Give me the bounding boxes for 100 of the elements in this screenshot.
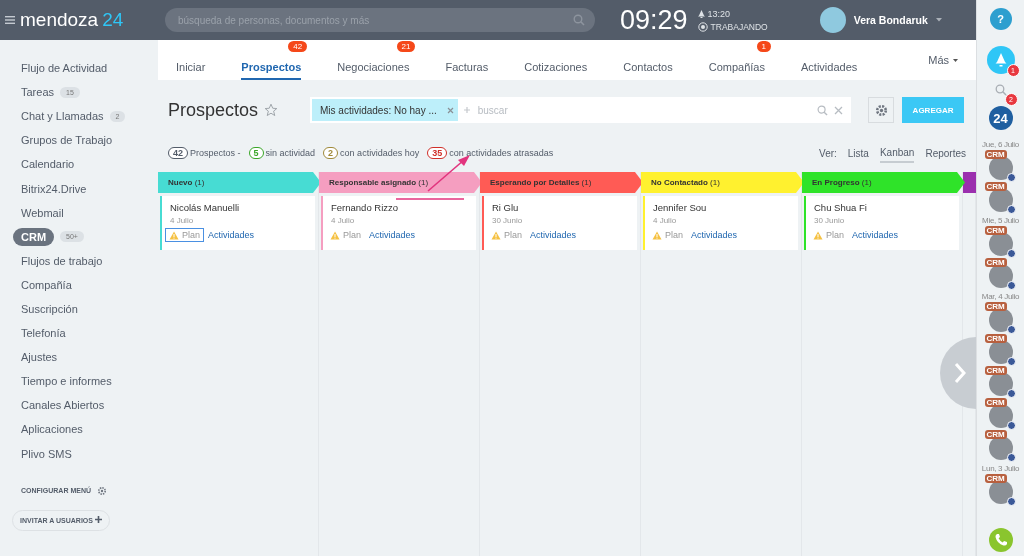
column-header[interactable]: En Progreso (1) <box>802 172 965 193</box>
lead-name[interactable]: Chu Shua Fi <box>814 202 951 213</box>
contact-avatar[interactable] <box>988 372 1013 396</box>
facebook-icon <box>1006 453 1016 462</box>
view-option[interactable]: Lista <box>847 144 869 162</box>
lead-name[interactable]: Fernando Rizzo <box>331 202 468 213</box>
logo-number[interactable]: 24 <box>102 9 124 31</box>
count-badge[interactable]: 42 <box>168 147 188 159</box>
tab[interactable]: Contactos <box>623 54 673 80</box>
lead-name[interactable]: Ri Glu <box>492 202 629 213</box>
gear-icon[interactable] <box>97 485 107 496</box>
sidebar-item[interactable]: Canales Abiertos <box>21 399 105 412</box>
contact-avatar[interactable] <box>988 436 1013 460</box>
counter-badge: 21 <box>396 41 416 52</box>
facebook-icon <box>1006 325 1016 334</box>
stat-label[interactable]: con actividades hoy <box>340 148 420 158</box>
view-option[interactable]: Reportes <box>925 144 966 162</box>
sidebar-item[interactable]: Calendario <box>21 158 75 171</box>
stat-label[interactable]: sin actividad <box>265 148 316 158</box>
stat-label[interactable]: con actividades atrasadas <box>449 148 554 158</box>
view-label: Ver: <box>819 146 837 161</box>
counter-badge: 42 <box>288 41 308 52</box>
tab[interactable]: Iniciar <box>176 54 206 80</box>
search-input[interactable]: buscar <box>475 103 812 117</box>
caret-icon[interactable] <box>953 58 958 62</box>
sidebar-item[interactable]: Grupos de Trabajo <box>21 134 113 147</box>
sidebar-item[interactable]: Flujo de Actividad <box>21 62 108 75</box>
warning-icon <box>813 230 823 240</box>
chevron-right-icon <box>954 362 966 384</box>
lead-card[interactable]: Chu Shua Fi 30 Junio Plan Actividades <box>804 196 959 250</box>
sidebar-item[interactable]: Chat y Llamadas <box>21 110 104 123</box>
plus-icon <box>463 107 470 113</box>
count-badge[interactable]: 2 <box>323 147 339 159</box>
activities-link[interactable]: Actividades <box>852 230 899 240</box>
lead-name[interactable]: Nicolás Manuelli <box>170 202 307 213</box>
facebook-icon <box>1006 173 1016 182</box>
clock-time: 09:29 <box>620 4 688 36</box>
lead-card[interactable]: Nicolás Manuelli 4 Julio Plan Actividades <box>160 196 315 250</box>
lead-date: 4 Julio <box>170 216 195 225</box>
more-menu[interactable]: Más <box>928 54 949 66</box>
tab[interactable]: Compañías <box>708 54 765 80</box>
close-icon[interactable] <box>446 106 454 114</box>
activities-link[interactable]: Actividades <box>208 230 255 240</box>
alarm-time: 13:20 <box>707 8 731 19</box>
settings-button[interactable] <box>868 97 895 123</box>
tab[interactable]: Facturas <box>445 54 489 80</box>
tab[interactable]: Negociaciones <box>337 54 410 80</box>
work-status[interactable]: TRABAJANDO <box>710 21 768 32</box>
contact-avatar[interactable] <box>988 264 1013 288</box>
lead-date: 4 Julio <box>331 216 356 225</box>
activities-link[interactable]: Actividades <box>691 230 738 240</box>
contact-avatar[interactable] <box>988 480 1013 504</box>
contact-avatar[interactable] <box>988 156 1013 180</box>
notifications-bell-icon[interactable] <box>986 46 1015 74</box>
lead-card[interactable]: Jennifer Sou 4 Julio Plan Actividades <box>643 196 798 250</box>
lead-card[interactable]: Ri Glu 30 Junio Plan Actividades <box>482 196 637 250</box>
menu-icon[interactable] <box>5 16 15 24</box>
stat-label[interactable]: Prospectos - <box>190 148 241 158</box>
sidebar-item[interactable]: CRM <box>13 227 55 246</box>
chat-logo[interactable]: 24 <box>988 106 1013 130</box>
sidebar-item[interactable]: Webmail <box>21 206 64 219</box>
contact-avatar[interactable] <box>988 404 1013 428</box>
sidebar-item[interactable]: Suscripción <box>21 303 78 315</box>
contact-avatar[interactable] <box>988 340 1013 364</box>
avatar-photo[interactable] <box>819 7 846 33</box>
activities-link[interactable]: Actividades <box>369 230 416 240</box>
column-header[interactable]: Esperando por Detalles (1) <box>480 172 643 193</box>
column-header[interactable]: Responsable asignado (1) <box>319 172 482 193</box>
sidebar-item[interactable]: Aplicaciones <box>21 423 83 436</box>
logo-text[interactable]: mendoza <box>20 9 99 31</box>
tab[interactable]: Actividades <box>801 54 858 80</box>
facebook-icon <box>1006 497 1016 506</box>
column-header[interactable]: No Contactado (1) <box>641 172 804 193</box>
star-icon[interactable] <box>264 103 279 117</box>
lead-date: 4 Julio <box>653 216 678 225</box>
sidebar-item[interactable]: Flujos de trabajo <box>21 254 103 267</box>
contact-avatar[interactable] <box>988 232 1013 256</box>
sidebar-item[interactable]: Telefonía <box>21 327 66 340</box>
count-badge[interactable]: 35 <box>427 147 448 159</box>
date-label: Mie, 5 Julio <box>982 216 1019 225</box>
lead-card[interactable]: Fernando Rizzo 4 Julio Plan Actividades <box>321 196 476 250</box>
search-field[interactable]: Mis actividades: No hay ... buscar <box>310 97 852 123</box>
tab[interactable]: Prospectos <box>241 54 302 80</box>
lead-name[interactable]: Jennifer Sou <box>653 202 790 213</box>
crm-tag: CRM <box>984 226 1007 235</box>
filter-chip[interactable]: Mis actividades: No hay ... <box>312 99 458 121</box>
view-option[interactable]: Kanban <box>879 143 915 163</box>
sidebar-item[interactable]: Bitrix24.Drive <box>21 182 87 195</box>
user-name[interactable]: Vera Bondaruk <box>853 14 928 26</box>
contact-avatar[interactable] <box>988 308 1013 332</box>
sidebar-item[interactable]: Compañía <box>21 278 72 291</box>
tab[interactable]: Cotizaciones <box>524 54 588 80</box>
activities-link[interactable]: Actividades <box>530 230 577 240</box>
sidebar-item[interactable]: Tareas <box>21 86 55 99</box>
column-header[interactable]: Nuevo (1) <box>158 172 321 193</box>
sidebar-item[interactable]: Tiempo e informes <box>21 375 112 388</box>
caret-icon[interactable] <box>935 18 942 22</box>
sidebar-item[interactable]: Plivo SMS <box>21 447 72 460</box>
contact-avatar[interactable] <box>988 188 1013 212</box>
sidebar-item[interactable]: Ajustes <box>21 351 58 364</box>
